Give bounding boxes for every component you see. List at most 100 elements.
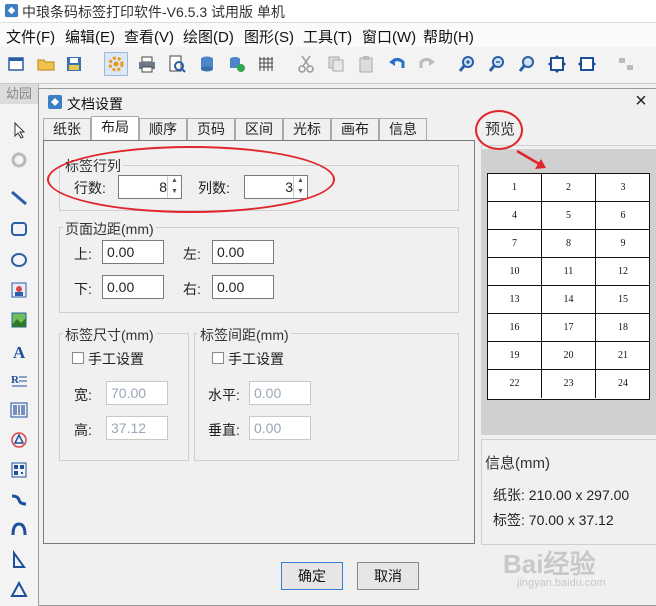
main-toolbar xyxy=(0,47,656,84)
menu-bar: 文件(F) 编辑(E) 查看(V) 绘图(D) 图形(S) 工具(T) 窗口(W… xyxy=(0,23,656,47)
copy-icon[interactable] xyxy=(324,52,348,76)
horizontal-spacing-input[interactable]: 0.00 xyxy=(249,381,311,405)
picture-icon[interactable] xyxy=(7,308,31,332)
preview-cell: 14 xyxy=(542,286,596,314)
preview-cell: 11 xyxy=(542,258,596,286)
tab-range[interactable]: 区间 xyxy=(235,118,283,140)
preview-sheet: 1 2 3 4 5 6 7 8 9 10 11 12 13 14 15 16 1… xyxy=(487,173,650,400)
undo-icon[interactable] xyxy=(385,52,409,76)
menu-draw[interactable]: 绘图(D) xyxy=(183,26,234,47)
menu-view[interactable]: 查看(V) xyxy=(124,26,174,47)
zoom-fit-icon[interactable] xyxy=(515,52,539,76)
new-file-icon[interactable] xyxy=(4,52,28,76)
margin-right-input[interactable]: 0.00 xyxy=(212,275,274,299)
preview-cell: 7 xyxy=(488,230,542,258)
matrix-icon[interactable] xyxy=(7,458,31,482)
save-icon[interactable] xyxy=(62,52,86,76)
width-input[interactable]: 70.00 xyxy=(106,381,168,405)
ellipse-icon[interactable] xyxy=(7,248,31,272)
barcode-icon[interactable] xyxy=(7,398,31,422)
app-title: 中琅条码标签打印软件-V6.5.3 试用版 单机 xyxy=(22,4,285,20)
horizontal-spacing-label: 水平: xyxy=(208,387,240,403)
paper-size-text: 纸张: 210.00 x 297.00 xyxy=(493,487,630,503)
menu-help[interactable]: 帮助(H) xyxy=(423,26,474,47)
margin-top-input[interactable]: 0.00 xyxy=(102,240,164,264)
image-icon[interactable] xyxy=(7,278,31,302)
preview-highlight-circle xyxy=(475,110,523,150)
margin-left-input[interactable]: 0.00 xyxy=(212,240,274,264)
tab-order[interactable]: 顺序 xyxy=(139,118,187,140)
menu-window[interactable]: 窗口(W) xyxy=(362,26,416,47)
margin-right-label: 右: xyxy=(183,281,201,297)
preview-cell: 24 xyxy=(618,378,628,389)
app-logo-icon xyxy=(4,3,19,18)
menu-tools[interactable]: 工具(T) xyxy=(303,26,352,47)
preview-cell: 1 xyxy=(488,174,542,202)
preview-cell: 19 xyxy=(488,342,542,370)
fit-page-icon[interactable] xyxy=(545,52,569,76)
print-icon[interactable] xyxy=(135,52,159,76)
preview-cell: 23 xyxy=(542,370,596,398)
preview-cell: 18 xyxy=(596,314,650,342)
zoom-out-icon[interactable] xyxy=(485,52,509,76)
label-size-legend: 标签尺寸(mm) xyxy=(63,325,156,345)
arc-icon[interactable] xyxy=(7,518,31,542)
label-spacing-legend: 标签间距(mm) xyxy=(198,325,291,345)
cut-icon[interactable] xyxy=(294,52,318,76)
open-folder-icon[interactable] xyxy=(34,52,58,76)
vertical-spacing-input[interactable]: 0.00 xyxy=(249,416,311,440)
curve-icon[interactable] xyxy=(7,488,31,512)
menu-shape[interactable]: 图形(S) xyxy=(244,26,294,47)
zoom-in-icon[interactable] xyxy=(455,52,479,76)
preview-cell: 4 xyxy=(488,202,542,230)
margin-bottom-input[interactable]: 0.00 xyxy=(102,275,164,299)
spacing-manual-label: 手工设置 xyxy=(228,351,284,367)
grid-icon[interactable] xyxy=(254,52,278,76)
text-icon[interactable]: A xyxy=(7,339,31,363)
qrcode-icon[interactable] xyxy=(7,428,31,452)
preview-cell: 22 xyxy=(488,370,542,398)
tab-page-number[interactable]: 页码 xyxy=(187,118,235,140)
ok-button[interactable]: 确定 xyxy=(281,562,343,590)
paste-icon[interactable] xyxy=(354,52,378,76)
spacing-manual-checkbox[interactable] xyxy=(212,352,224,364)
rows-cols-highlight-ellipse xyxy=(47,146,335,213)
rounded-rect-icon[interactable] xyxy=(7,217,31,241)
tab-layout[interactable]: 布局 xyxy=(91,116,139,140)
preview-cell: 21 xyxy=(596,342,650,370)
menu-edit[interactable]: 编辑(E) xyxy=(65,26,115,47)
triangle-icon[interactable] xyxy=(7,578,31,602)
close-icon[interactable]: × xyxy=(631,91,651,111)
tab-cursor[interactable]: 光标 xyxy=(283,118,331,140)
database-icon[interactable] xyxy=(195,52,219,76)
preview-cell: 10 xyxy=(488,258,542,286)
tab-canvas[interactable]: 画布 xyxy=(331,118,379,140)
print-preview-icon[interactable] xyxy=(165,52,189,76)
width-label: 宽: xyxy=(74,387,92,403)
size-manual-label: 手工设置 xyxy=(88,351,144,367)
rotate-icon[interactable] xyxy=(7,148,31,172)
height-input[interactable]: 37.12 xyxy=(106,416,168,440)
tab-info[interactable]: 信息 xyxy=(379,118,427,140)
size-manual-checkbox[interactable] xyxy=(72,352,84,364)
line-icon[interactable] xyxy=(7,186,31,210)
vertical-spacing-label: 垂直: xyxy=(208,422,240,438)
menu-file[interactable]: 文件(F) xyxy=(6,26,55,47)
svg-text:R: R xyxy=(11,374,20,386)
settings-gear-icon[interactable] xyxy=(104,52,128,76)
page-margins-legend: 页面边距(mm) xyxy=(63,219,156,239)
margin-bottom-label: 下: xyxy=(74,281,92,297)
info-legend: 信息(mm) xyxy=(485,455,550,472)
preview-cell: 9 xyxy=(596,230,650,258)
cancel-button[interactable]: 取消 xyxy=(357,562,419,590)
select-pointer-icon[interactable] xyxy=(7,118,31,142)
fit-width-icon[interactable] xyxy=(575,52,599,76)
polygon-icon[interactable] xyxy=(7,548,31,572)
align-icon[interactable] xyxy=(614,52,638,76)
left-panel-tab[interactable]: 幼园 xyxy=(0,84,38,104)
preview-cell: 6 xyxy=(596,202,650,230)
redo-icon[interactable] xyxy=(415,52,439,76)
rich-text-icon[interactable]: R xyxy=(7,369,31,393)
tab-paper[interactable]: 纸张 xyxy=(43,118,91,140)
database-add-icon[interactable] xyxy=(224,52,248,76)
